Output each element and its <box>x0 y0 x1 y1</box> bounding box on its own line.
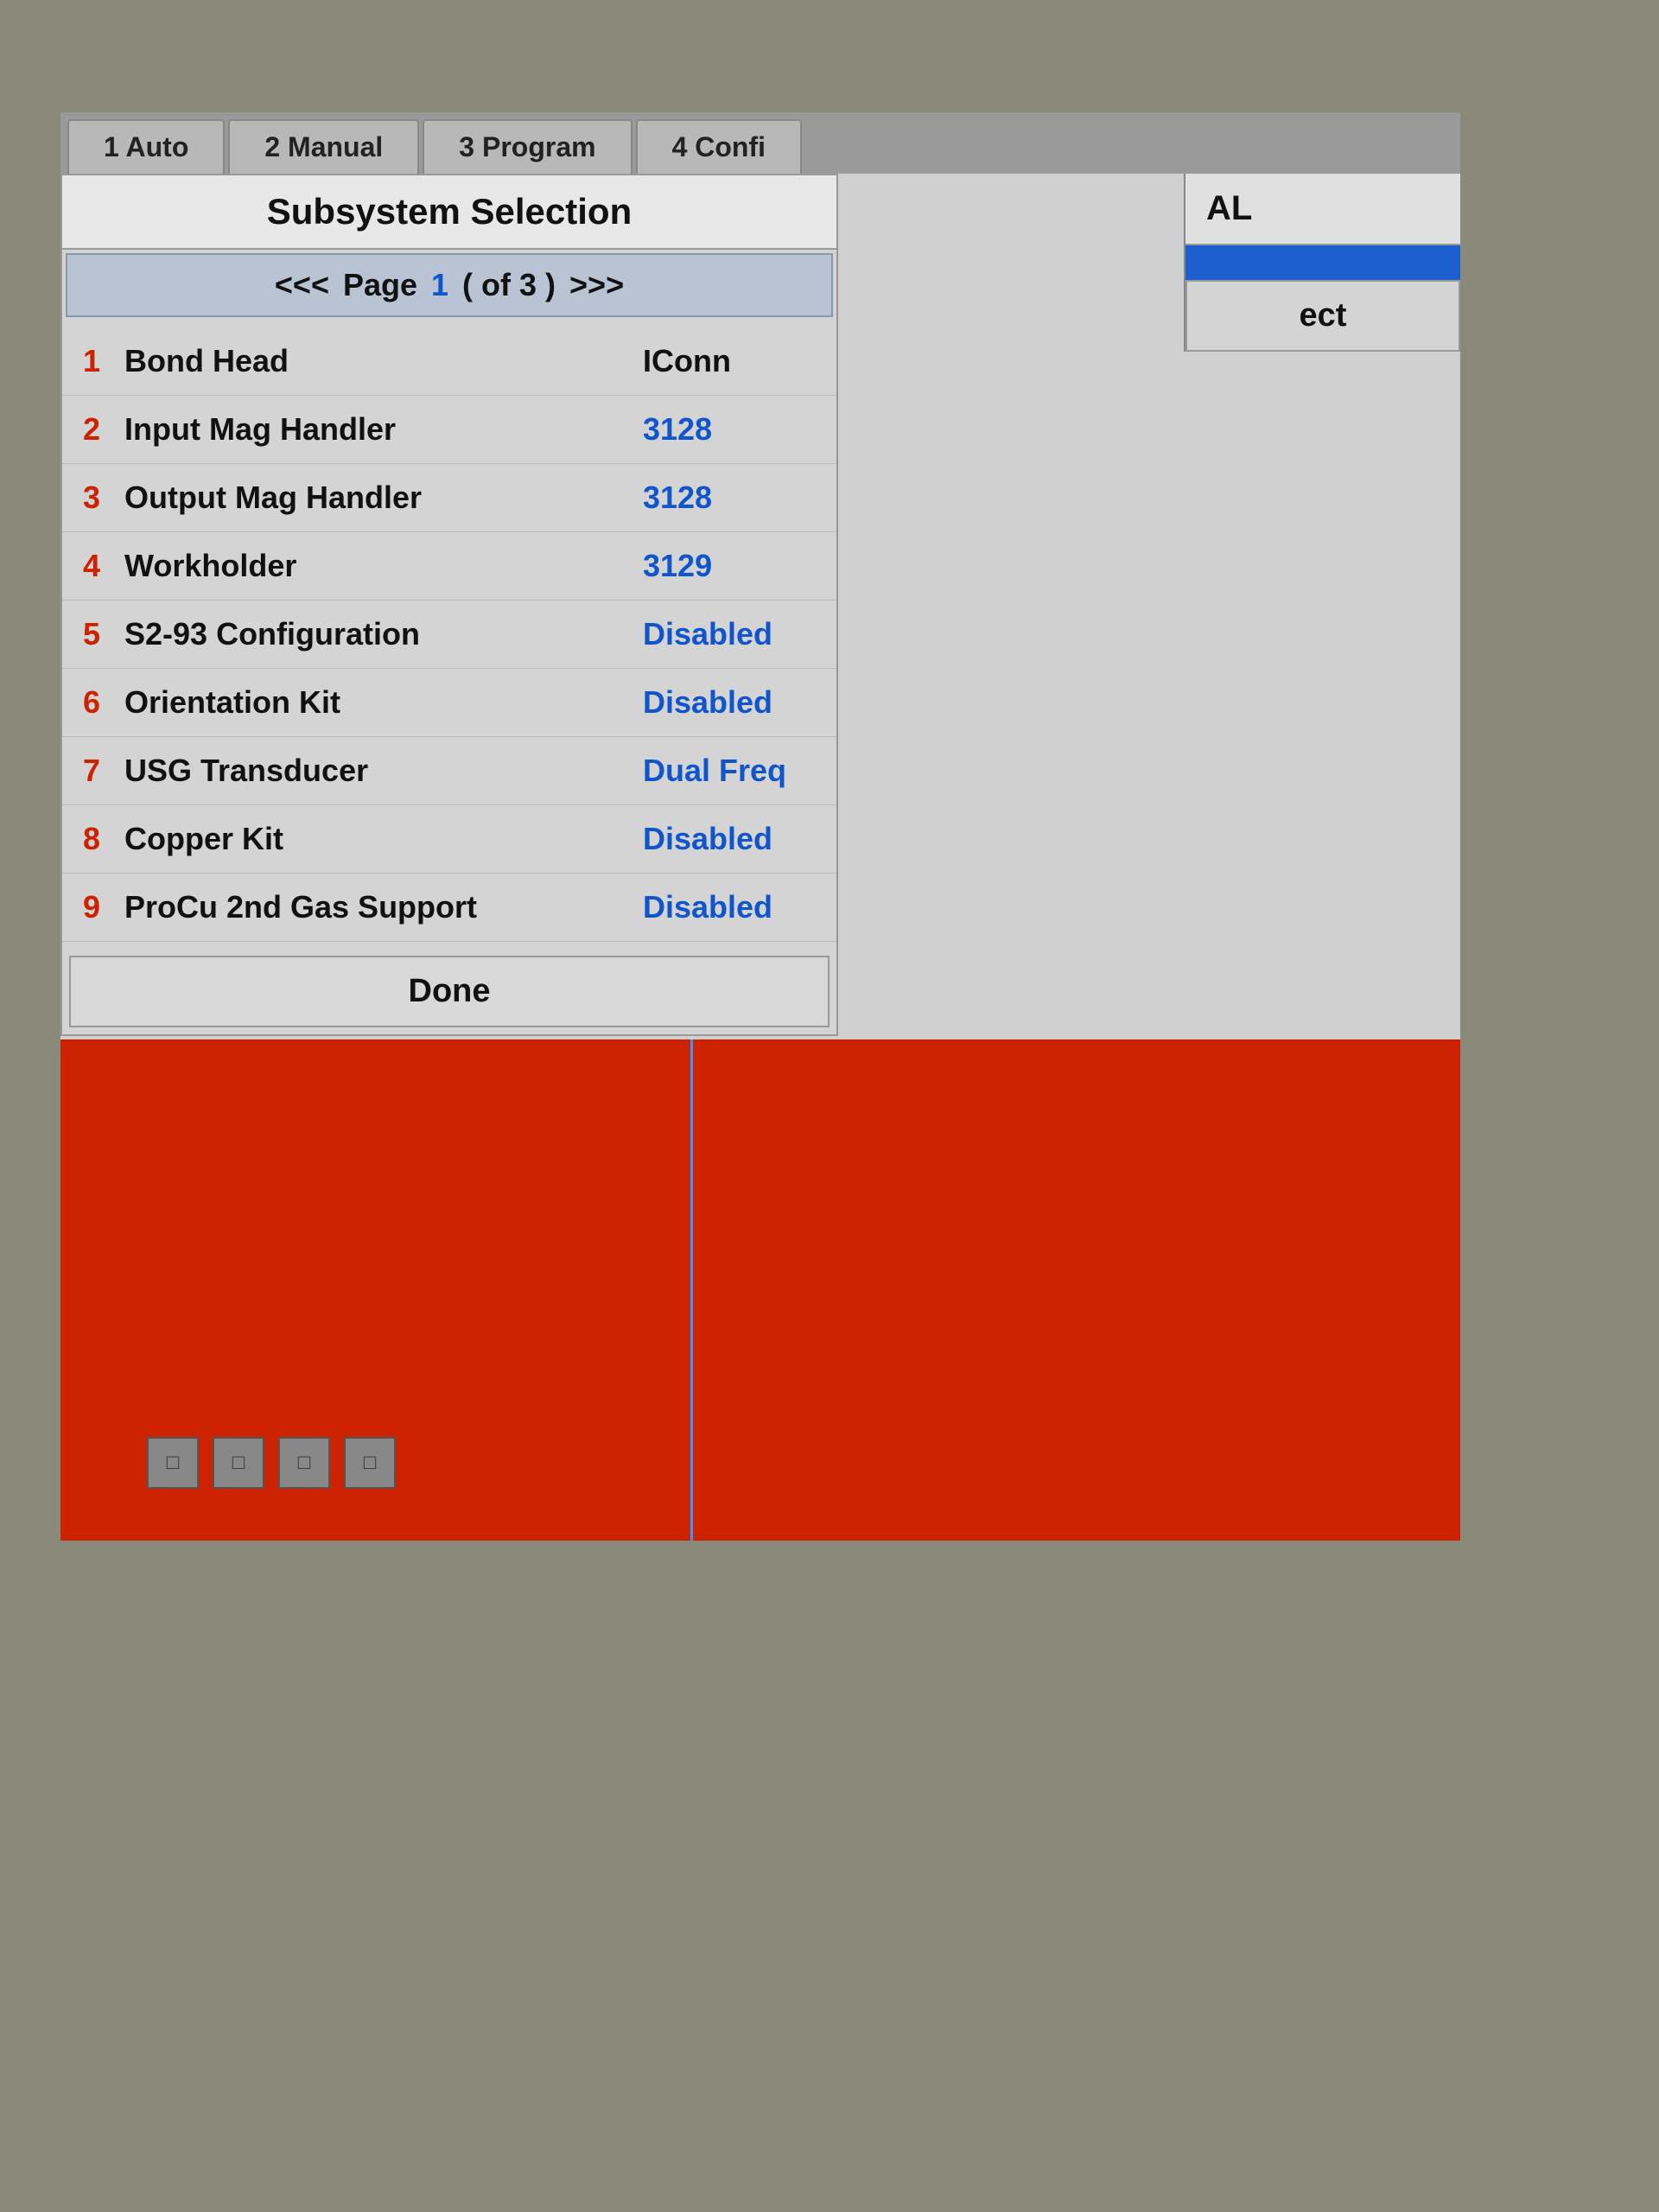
item-number-3: 3 <box>83 480 124 516</box>
list-item[interactable]: 3 Output Mag Handler 3128 <box>62 464 836 532</box>
item-name-3: Output Mag Handler <box>124 480 643 516</box>
list-item[interactable]: 8 Copper Kit Disabled <box>62 805 836 874</box>
list-item[interactable]: 4 Workholder 3129 <box>62 532 836 601</box>
bottom-icons-row: □ □ □ □ <box>147 1437 396 1489</box>
item-value-1: IConn <box>643 343 816 379</box>
tab-manual[interactable]: 2 Manual <box>228 119 419 174</box>
item-value-3: 3128 <box>643 480 816 516</box>
pagination-bar[interactable]: <<< Page 1 ( of 3 ) >>> <box>66 253 833 317</box>
item-value-6: Disabled <box>643 684 816 721</box>
item-value-8: Disabled <box>643 821 816 857</box>
tab-config[interactable]: 4 Confi <box>636 119 802 174</box>
item-value-7: Dual Freq <box>643 753 816 789</box>
item-number-5: 5 <box>83 616 124 652</box>
item-number-2: 2 <box>83 411 124 448</box>
right-panel-select-button[interactable]: ect <box>1185 280 1460 352</box>
item-name-2: Input Mag Handler <box>124 411 643 448</box>
item-name-9: ProCu 2nd Gas Support <box>124 889 643 925</box>
item-name-6: Orientation Kit <box>124 684 643 721</box>
dialog-area: Subsystem Selection <<< Page 1 ( of 3 ) … <box>60 174 1460 1541</box>
list-item[interactable]: 9 ProCu 2nd Gas Support Disabled <box>62 874 836 942</box>
subsystem-panel: Subsystem Selection <<< Page 1 ( of 3 ) … <box>60 174 838 1036</box>
list-item[interactable]: 2 Input Mag Handler 3128 <box>62 396 836 464</box>
item-number-1: 1 <box>83 343 124 379</box>
item-value-9: Disabled <box>643 889 816 925</box>
tab-bar: 1 Auto 2 Manual 3 Program 4 Confi <box>60 112 1460 174</box>
main-layout: Subsystem Selection <<< Page 1 ( of 3 ) … <box>60 174 1460 1036</box>
item-name-1: Bond Head <box>124 343 643 379</box>
item-name-5: S2-93 Configuration <box>124 616 643 652</box>
item-value-5: Disabled <box>643 616 816 652</box>
item-name-4: Workholder <box>124 548 643 584</box>
pagination-total: ( of 3 ) <box>462 267 556 303</box>
tab-auto[interactable]: 1 Auto <box>67 119 225 174</box>
panel-title: Subsystem Selection <box>62 175 836 250</box>
list-item[interactable]: 7 USG Transducer Dual Freq <box>62 737 836 805</box>
list-item[interactable]: 6 Orientation Kit Disabled <box>62 669 836 737</box>
bottom-icon-4[interactable]: □ <box>344 1437 396 1489</box>
bottom-icon-3[interactable]: □ <box>278 1437 330 1489</box>
pagination-label: Page <box>343 267 417 303</box>
tab-program[interactable]: 3 Program <box>423 119 632 174</box>
item-number-7: 7 <box>83 753 124 789</box>
item-value-2: 3128 <box>643 411 816 448</box>
right-panel-blue <box>1185 245 1460 280</box>
pagination-prev[interactable]: <<< <box>275 267 329 303</box>
list-item[interactable]: 1 Bond Head IConn <box>62 327 836 396</box>
bottom-icon-2[interactable]: □ <box>213 1437 264 1489</box>
bottom-area: □ □ □ □ <box>60 1039 1460 1541</box>
pagination-next[interactable]: >>> <box>569 267 624 303</box>
item-number-4: 4 <box>83 548 124 584</box>
bottom-divider-vertical <box>690 1039 693 1541</box>
item-number-6: 6 <box>83 684 124 721</box>
item-value-4: 3129 <box>643 548 816 584</box>
item-name-7: USG Transducer <box>124 753 643 789</box>
pagination-current: 1 <box>431 267 448 303</box>
right-panel-al-label: AL <box>1185 174 1460 245</box>
bottom-icon-1[interactable]: □ <box>147 1437 199 1489</box>
item-number-8: 8 <box>83 821 124 857</box>
list-item[interactable]: 5 S2-93 Configuration Disabled <box>62 601 836 669</box>
right-panel: AL ect <box>1184 174 1460 352</box>
items-list: 1 Bond Head IConn 2 Input Mag Handler 31… <box>62 321 836 949</box>
done-button[interactable]: Done <box>69 956 830 1027</box>
item-number-9: 9 <box>83 889 124 925</box>
item-name-8: Copper Kit <box>124 821 643 857</box>
